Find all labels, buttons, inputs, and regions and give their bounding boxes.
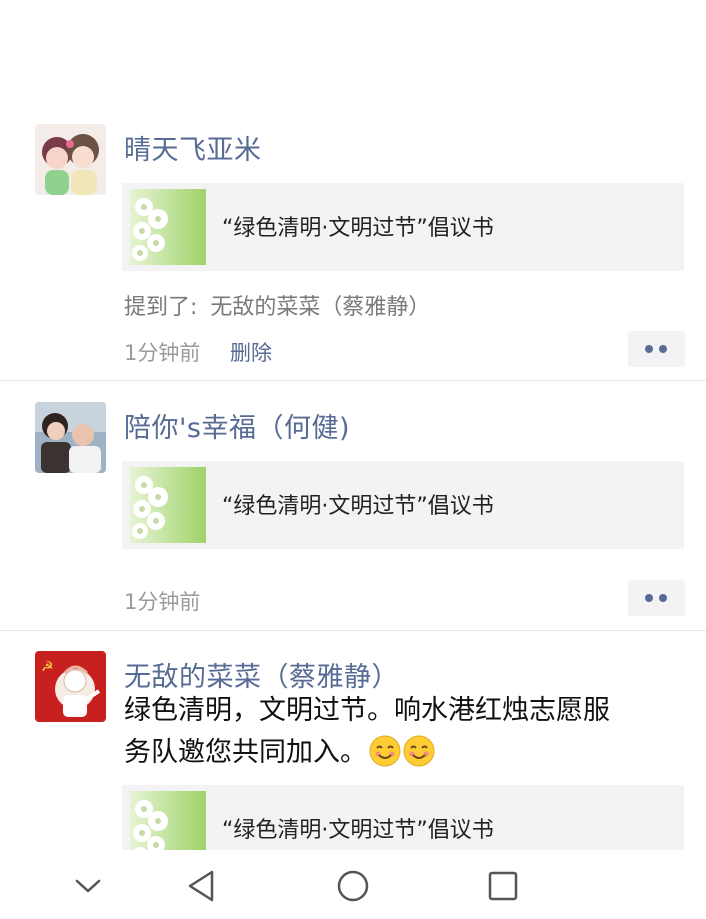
post-text: 绿色清明，文明过节。响水港红烛志愿服 务队邀您共同加入。 (124, 690, 684, 774)
flower-thumbnail-image (130, 791, 206, 850)
more-actions-button[interactable] (628, 580, 685, 616)
chevron-down-icon (75, 879, 101, 893)
back-button[interactable] (178, 862, 226, 910)
author-name[interactable]: 晴天飞亚米 (124, 128, 262, 167)
mention-label: 提到了: (124, 295, 198, 320)
smiling-face-icon (369, 735, 401, 767)
more-actions-button[interactable] (628, 331, 685, 367)
svg-text:☭: ☭ (41, 659, 54, 675)
recents-square-icon (488, 871, 518, 901)
home-button[interactable] (329, 862, 377, 910)
system-navigation-bar (0, 850, 706, 919)
party-emblem-avatar-image: ☭ (35, 651, 106, 722)
author-name[interactable]: 陪你's幸福（何健) (124, 406, 350, 445)
back-triangle-icon (188, 870, 214, 902)
more-dots-icon (659, 594, 667, 602)
link-title: “绿色清明·文明过节”倡议书 (222, 216, 494, 241)
link-title: “绿色清明·文明过节”倡议书 (222, 494, 494, 519)
post-text-line: 务队邀您共同加入。 (124, 737, 367, 768)
avatar[interactable]: ☭ (35, 651, 106, 722)
shared-link-card[interactable]: “绿色清明·文明过节”倡议书 (122, 461, 684, 549)
delete-button[interactable]: 删除 (230, 337, 272, 367)
post-text-line-with-emoji: 务队邀您共同加入。 (124, 732, 684, 774)
post-time: 1分钟前 (124, 590, 201, 614)
smiling-face-icon (403, 735, 435, 767)
more-dots-icon (659, 345, 667, 353)
post-time: 1分钟前 (124, 341, 201, 365)
avatar[interactable] (35, 124, 106, 195)
flower-thumbnail-image (130, 467, 206, 543)
post-text-line: 绿色清明，文明过节。响水港红烛志愿服 (124, 695, 610, 726)
post-divider (0, 630, 706, 631)
more-dots-icon (645, 594, 653, 602)
post-divider (0, 380, 706, 381)
author-name[interactable]: 无敌的菜菜（蔡雅静） (124, 655, 399, 694)
moments-feed: 晴天飞亚米 “绿色清明·文明过节”倡议书 提到了: 无敌的菜菜（蔡雅静） 1分钟… (0, 0, 706, 850)
recents-button[interactable] (479, 862, 527, 910)
shared-link-card[interactable]: “绿色清明·文明过节”倡议书 (122, 785, 684, 850)
mentioned-user[interactable]: 无敌的菜菜（蔡雅静） (210, 295, 430, 320)
hide-navbar-button[interactable] (64, 862, 112, 910)
more-dots-icon (645, 345, 653, 353)
photo-avatar-image (35, 402, 106, 473)
avatar[interactable] (35, 402, 106, 473)
link-title: “绿色清明·文明过节”倡议书 (222, 818, 494, 843)
flower-thumbnail-image (130, 189, 206, 265)
home-circle-icon (337, 870, 369, 902)
cartoon-couple-avatar-image (35, 124, 106, 195)
shared-link-card[interactable]: “绿色清明·文明过节”倡议书 (122, 183, 684, 271)
mention-line: 提到了: 无敌的菜菜（蔡雅静） (124, 289, 430, 321)
